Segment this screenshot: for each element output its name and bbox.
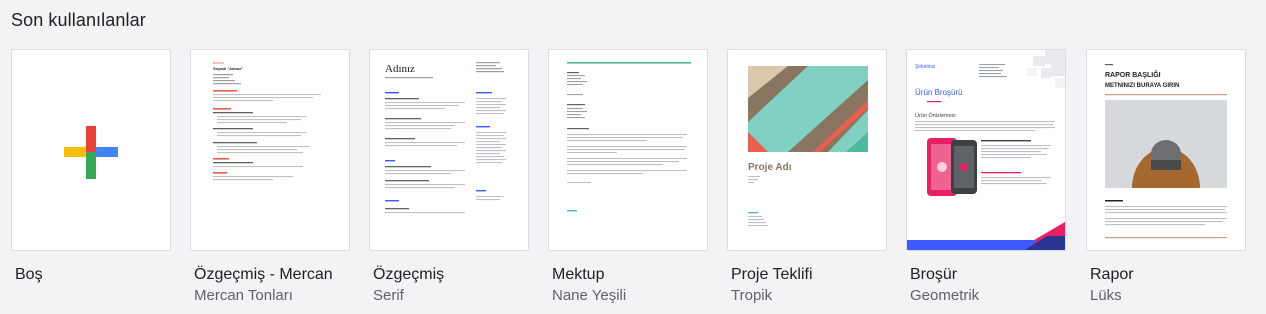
preview-name-line2: Soyadı "Adınız" bbox=[213, 66, 243, 71]
preview-name-line1: Adınız bbox=[213, 60, 224, 65]
google-plus-icon bbox=[64, 126, 118, 179]
resume-serif-preview: Adınız bbox=[385, 62, 506, 214]
preview-subheading: Ürün Önizlemesi bbox=[915, 112, 956, 119]
template-thumbnail[interactable]: Adınız Soyadı "Adınız" bbox=[190, 49, 350, 251]
template-thumbnail[interactable]: Şirketiniz Ürün Broşürü Ürün Önizlemesi bbox=[906, 49, 1066, 251]
letter-mint-preview bbox=[567, 62, 691, 212]
template-name: Mektup bbox=[552, 266, 605, 283]
resume-coral-preview: Adınız Soyadı "Adınız" bbox=[213, 60, 321, 181]
template-project-proposal[interactable]: Proje Adı Proje Teklifi Tropik bbox=[727, 49, 887, 304]
template-thumbnail[interactable]: Adınız bbox=[369, 49, 529, 251]
template-thumbnail[interactable]: Proje Adı bbox=[727, 49, 887, 251]
template-resume-serif[interactable]: Adınız Özgeçmiş Serif bbox=[369, 49, 529, 304]
template-name: Rapor bbox=[1090, 266, 1134, 283]
preview-heading: Adınız bbox=[385, 63, 415, 75]
template-blank[interactable]: Boş bbox=[11, 49, 171, 284]
template-report[interactable]: RAPOR BAŞLIĞI METNINIZI BURAYA GIRIN Rap… bbox=[1086, 49, 1246, 304]
template-brochure[interactable]: Şirketiniz Ürün Broşürü Ürün Önizlemesi bbox=[906, 49, 1066, 304]
preview-title-line2: METNINIZI BURAYA GIRIN bbox=[1105, 83, 1179, 89]
project-proposal-preview: Proje Adı bbox=[748, 66, 868, 227]
template-subtitle: Mercan Tonları bbox=[194, 287, 293, 304]
template-name: Proje Teklifi bbox=[731, 266, 813, 283]
template-thumbnail[interactable]: RAPOR BAŞLIĞI METNINIZI BURAYA GIRIN bbox=[1086, 49, 1246, 251]
template-name: Özgeçmiş bbox=[373, 266, 445, 283]
template-subtitle: Nane Yeşili bbox=[552, 287, 627, 304]
preview-heading: Proje Adı bbox=[748, 162, 792, 173]
template-name: Boş bbox=[15, 266, 43, 283]
preview-company: Şirketiniz bbox=[915, 64, 936, 70]
template-subtitle: Serif bbox=[373, 287, 404, 304]
template-name: Broşür bbox=[910, 266, 958, 283]
template-letter-mint[interactable]: Mektup Nane Yeşili bbox=[548, 49, 708, 304]
report-preview: RAPOR BAŞLIĞI METNINIZI BURAYA GIRIN bbox=[1087, 64, 1245, 250]
brochure-preview: Şirketiniz Ürün Broşürü Ürün Önizlemesi bbox=[907, 50, 1065, 250]
template-subtitle: Tropik bbox=[731, 287, 773, 304]
template-thumbnail[interactable] bbox=[11, 49, 171, 251]
template-name: Özgeçmiş - Mercan bbox=[194, 266, 333, 283]
template-subtitle: Lüks bbox=[1090, 287, 1122, 304]
section-title: Son kullanılanlar bbox=[11, 10, 146, 30]
preview-title-line1: RAPOR BAŞLIĞI bbox=[1105, 70, 1161, 79]
template-resume-coral[interactable]: Adınız Soyadı "Adınız" Özgeçmiş - Mercan… bbox=[190, 49, 350, 304]
template-subtitle: Geometrik bbox=[910, 287, 980, 304]
preview-heading: Ürün Broşürü bbox=[915, 88, 963, 97]
template-thumbnail[interactable] bbox=[548, 49, 708, 251]
